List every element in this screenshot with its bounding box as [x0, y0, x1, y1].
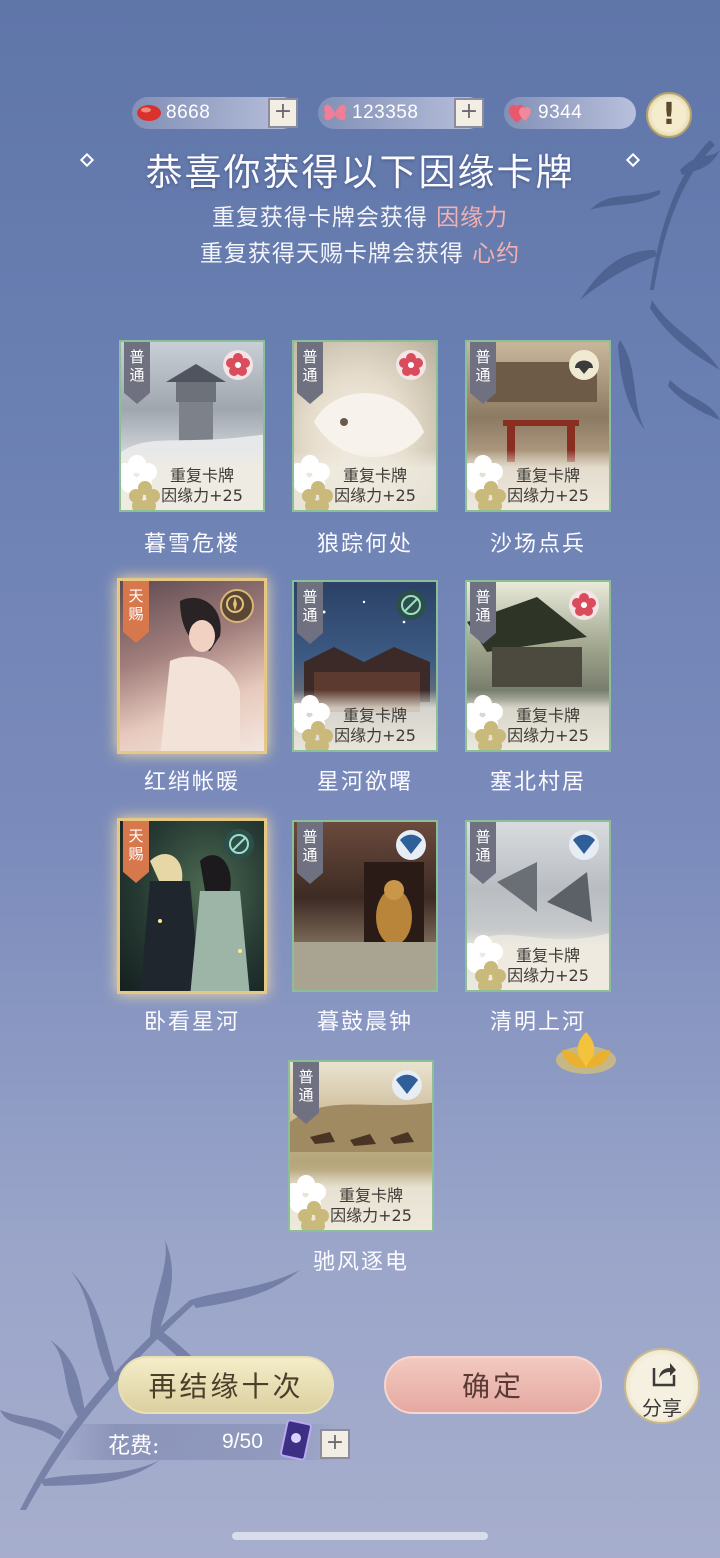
info-line-1-highlight: 因缘力 [436, 205, 509, 231]
sakura-icon [294, 455, 333, 510]
card-4[interactable]: 普通 重复卡牌 因缘力+25 [292, 580, 438, 752]
plum-blossom-icon [396, 350, 426, 380]
confirm-button[interactable]: 确定 [384, 1356, 602, 1414]
card-name: 塞北村居 [489, 770, 586, 795]
share-button[interactable]: 分享 [624, 1348, 700, 1424]
add-butterflies-button[interactable]: + [454, 98, 484, 128]
crossed-sword-icon [396, 590, 426, 620]
coin-icon [220, 589, 254, 623]
rarity-tag: 天赐 [123, 821, 149, 883]
info-line-1: 重复获得卡牌会获得 因缘力 [0, 198, 720, 232]
alert-button[interactable]: ! [646, 92, 692, 138]
info-line-2-highlight: 心约 [472, 241, 521, 267]
rarity-tag: 普通 [297, 582, 323, 644]
page-title: 恭喜你获得以下因缘卡牌 [145, 151, 575, 194]
add-cost-item-button[interactable]: + [320, 1429, 350, 1459]
resource-bar-butterflies: 123358 + [318, 97, 484, 129]
sakura-icon [290, 1175, 329, 1230]
helmet-icon [569, 350, 599, 380]
card-name: 红绡帐暖 [143, 770, 240, 795]
cost-label: 花费: [108, 1434, 160, 1459]
rarity-tag: 普通 [293, 1062, 319, 1124]
card-name: 卧看星河 [143, 1010, 240, 1035]
resource-value: 9344 [538, 102, 583, 123]
card-name: 暮雪危楼 [143, 532, 240, 557]
plum-blossom-icon [569, 590, 599, 620]
fan-icon [392, 1070, 422, 1100]
plum-blossom-icon [223, 350, 253, 380]
card-3[interactable]: 天赐 [117, 578, 267, 754]
fan-icon [569, 830, 599, 860]
resource-value: 8668 [166, 102, 211, 123]
sakura-icon [467, 695, 506, 750]
share-icon [652, 1363, 676, 1387]
info-line-1-text: 重复获得卡牌会获得 [211, 205, 428, 231]
card-7[interactable]: 普通 [292, 820, 438, 992]
cost-value: 9/50 [222, 1430, 263, 1453]
card-name: 沙场点兵 [489, 532, 586, 557]
sakura-icon [121, 455, 160, 510]
info-line-2-text: 重复获得天赐卡牌会获得 [199, 241, 464, 267]
share-label: 分享 [642, 1396, 682, 1420]
sakura-icon [294, 695, 333, 750]
resource-bar-beans: 8668 + [132, 97, 298, 129]
resource-value: 123358 [352, 102, 419, 123]
card-2[interactable]: 普通 重复卡牌 因缘力+25 [465, 340, 611, 512]
card-name: 暮鼓晨钟 [316, 1010, 413, 1035]
resource-bar-hearts: 9344 [504, 97, 636, 129]
card-name: 驰风逐电 [312, 1250, 409, 1275]
crossed-sword-icon [224, 829, 254, 859]
card-0[interactable]: 普通 重复卡牌 因缘力+25 [119, 340, 265, 512]
card-9[interactable]: 普通 重复卡牌 因缘力+25 [288, 1060, 434, 1232]
sakura-icon [467, 935, 506, 990]
card-1[interactable]: 普通 重复卡牌 因缘力+25 [292, 340, 438, 512]
rarity-tag: 天赐 [123, 581, 149, 643]
card-name: 狼踪何处 [316, 532, 413, 557]
lotus-lantern-icon [556, 1032, 616, 1074]
rarity-tag: 普通 [470, 822, 496, 884]
rarity-tag: 普通 [297, 342, 323, 404]
butterfly-icon [318, 97, 352, 129]
card-6[interactable]: 天赐 [117, 818, 267, 994]
ticket-icon [280, 1419, 312, 1461]
info-line-2: 重复获得天赐卡牌会获得 心约 [0, 234, 720, 268]
add-beans-button[interactable]: + [268, 98, 298, 128]
card-5[interactable]: 普通 重复卡牌 因缘力+25 [465, 580, 611, 752]
rarity-tag: 普通 [297, 822, 323, 884]
hearts-icon [504, 97, 538, 129]
fan-icon [396, 830, 426, 860]
rarity-tag: 普通 [124, 342, 150, 404]
rarity-tag: 普通 [470, 582, 496, 644]
red-bean-icon [132, 97, 166, 129]
card-8[interactable]: 普通 重复卡牌 因缘力+25 [465, 820, 611, 992]
home-indicator[interactable] [232, 1532, 488, 1540]
rarity-tag: 普通 [470, 342, 496, 404]
draw-ten-again-button[interactable]: 再结缘十次 [118, 1356, 334, 1414]
sakura-icon [467, 455, 506, 510]
card-name: 星河欲曙 [316, 770, 413, 795]
